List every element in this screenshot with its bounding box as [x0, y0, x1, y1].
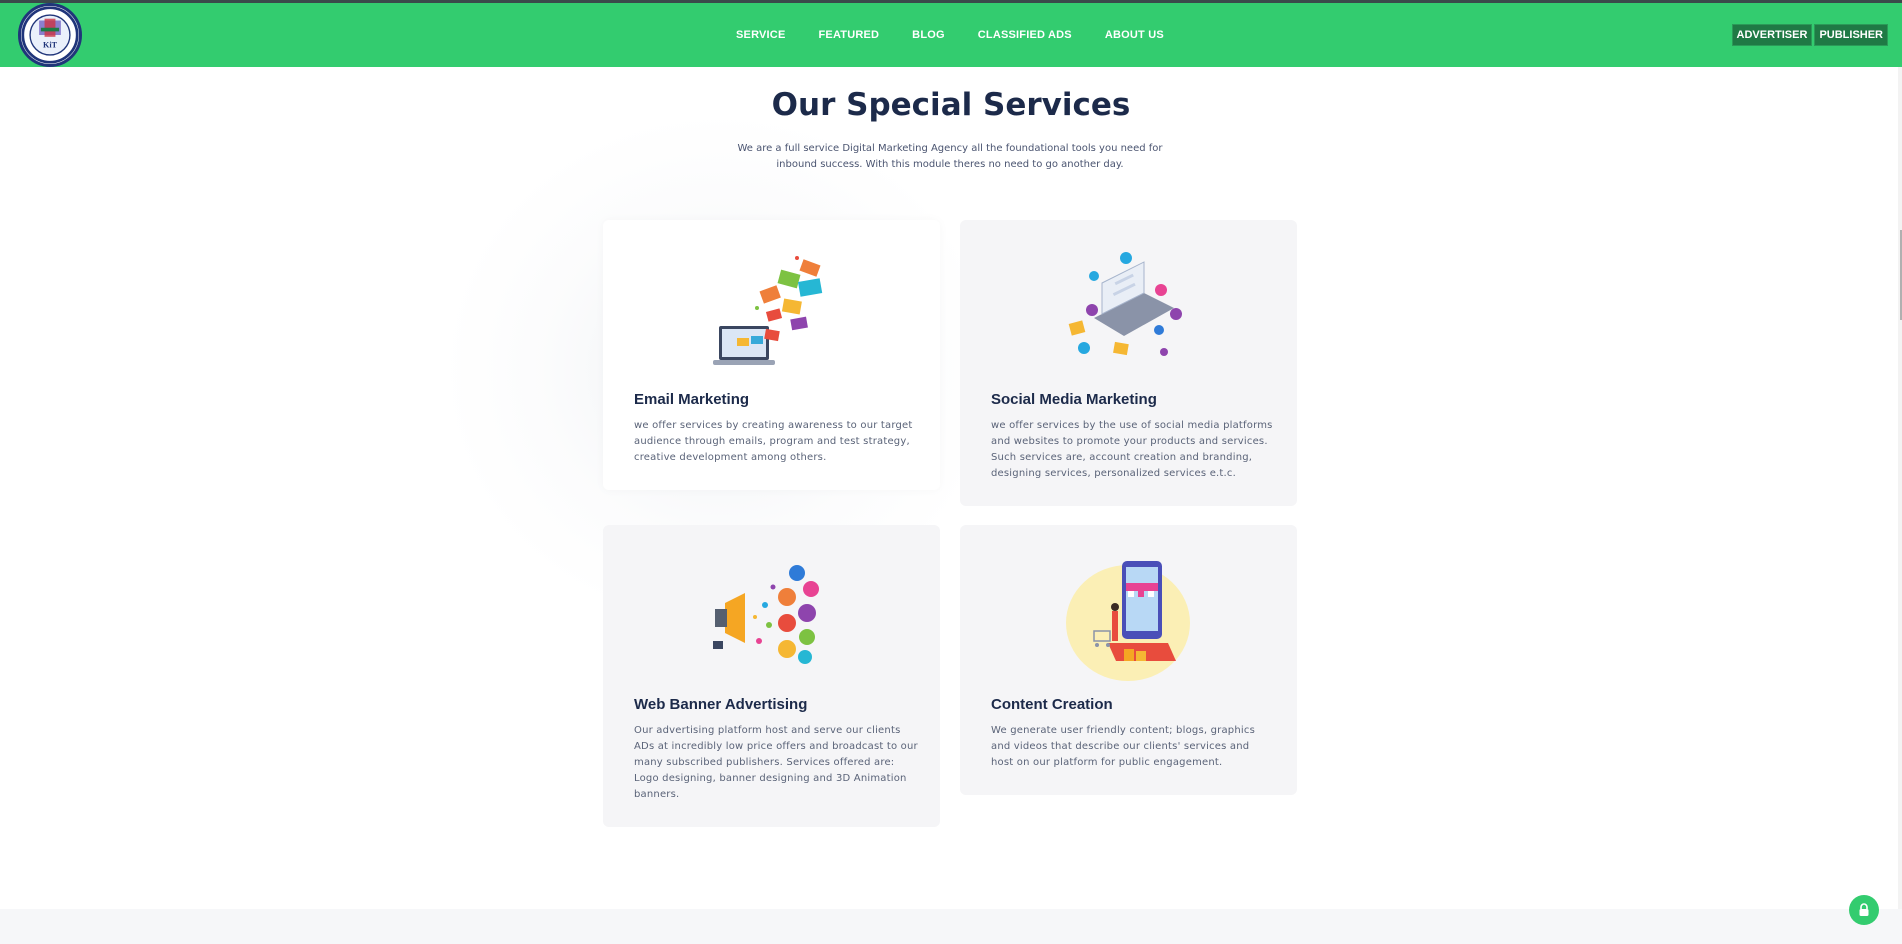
lock-icon — [1859, 903, 1869, 916]
card-image — [960, 248, 1297, 378]
card-text: we offer services by the use of social m… — [991, 420, 1273, 479]
publisher-button[interactable]: PUBLISHER — [1814, 24, 1888, 46]
svg-text:KiT: KiT — [43, 41, 58, 50]
nav-blog[interactable]: BLOG — [912, 29, 945, 41]
content-creation-illustration-icon — [1065, 561, 1190, 681]
card-image — [960, 553, 1297, 683]
footer-band — [0, 909, 1902, 944]
email-illustration-icon — [712, 256, 822, 365]
card-title: Email Marketing — [634, 391, 750, 408]
site-logo[interactable]: KiT — [18, 3, 82, 67]
nav-about-us[interactable]: ABOUT US — [1105, 29, 1164, 41]
nav-featured[interactable]: FEATURED — [819, 29, 880, 41]
logo-emblem-icon: KiT — [21, 6, 79, 64]
navbar: KiT SERVICE FEATURED BLOG CLASSIFIED ADS… — [0, 3, 1902, 67]
service-card-content-creation[interactable]: Content Creation We generate user friend… — [960, 525, 1297, 795]
lock-button[interactable] — [1849, 895, 1879, 925]
card-text: Our advertising platform host and serve … — [634, 725, 918, 800]
service-card-web-banner[interactable]: Web Banner Advertising Our advertising p… — [603, 525, 940, 827]
account-buttons: ADVERTISER PUBLISHER — [1731, 24, 1888, 46]
section-title: Our Special Services — [771, 87, 1131, 123]
service-card-email[interactable]: Email Marketing we offer services by cre… — [603, 220, 940, 490]
advertiser-button[interactable]: ADVERTISER — [1731, 24, 1813, 46]
social-media-illustration-icon — [1068, 252, 1182, 356]
card-title: Content Creation — [991, 696, 1113, 713]
card-title: Web Banner Advertising — [634, 696, 808, 713]
nav-classified-ads[interactable]: CLASSIFIED ADS — [978, 29, 1072, 41]
megaphone-illustration-icon — [712, 565, 819, 664]
page-scrollbar[interactable] — [1898, 67, 1902, 944]
section-subtitle: We are a full service Digital Marketing … — [737, 143, 1163, 170]
card-image — [603, 553, 940, 683]
service-card-social-media[interactable]: Social Media Marketing we offer services… — [960, 220, 1297, 506]
card-text: we offer services by creating awareness … — [634, 420, 913, 463]
nav-service[interactable]: SERVICE — [736, 29, 786, 41]
card-title: Social Media Marketing — [991, 391, 1157, 408]
card-text: We generate user friendly content; blogs… — [991, 725, 1255, 768]
card-image — [603, 248, 940, 378]
main-nav: SERVICE FEATURED BLOG CLASSIFIED ADS ABO… — [736, 3, 1197, 67]
